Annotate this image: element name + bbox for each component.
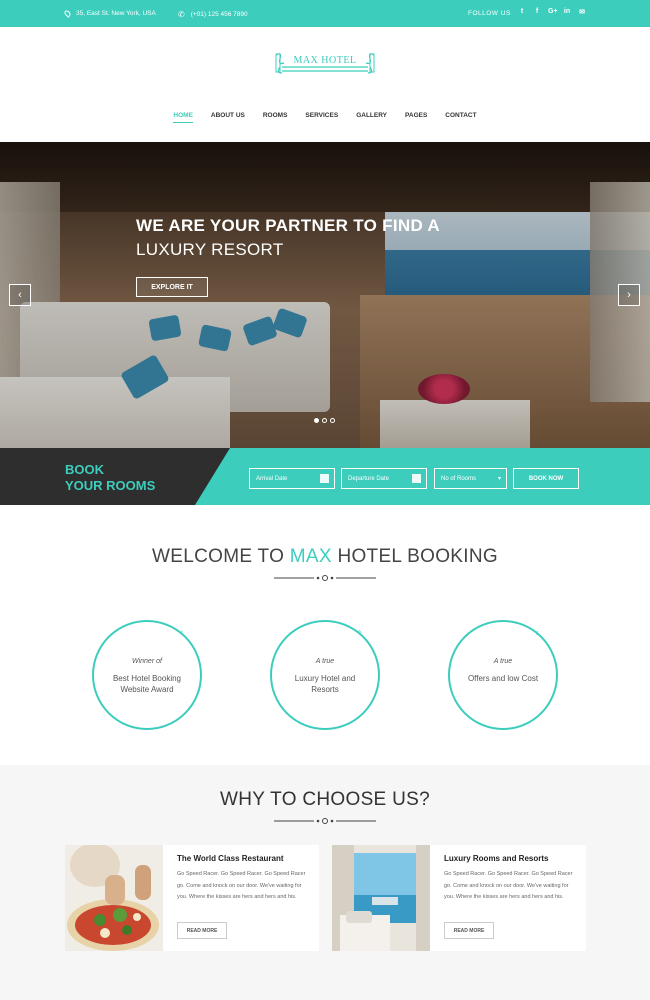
feature-small-text: A true	[315, 658, 335, 665]
feature-award: ♆ Winner of Best Hotel Booking Website A…	[92, 620, 202, 730]
email-icon[interactable]: ✉	[578, 8, 586, 16]
social-links: t f G+ in ✉	[518, 8, 586, 16]
hero-overlay	[0, 142, 650, 448]
hero-slider: WE ARE YOUR PARTNER TO FIND A LUXURY RES…	[0, 142, 650, 448]
logo[interactable]: MAX HOTEL	[272, 49, 378, 77]
departure-date-field[interactable]: Departure Date	[341, 468, 427, 489]
top-bar: 35, East St. New York, USA ✆ (+01) 125 4…	[0, 0, 650, 27]
nav-services[interactable]: SERVICES	[296, 112, 347, 119]
departure-date-placeholder: Departure Date	[348, 475, 390, 482]
tag-icon: ♁	[534, 628, 540, 637]
feature-main-text: Best Hotel Booking Website Award	[112, 674, 182, 694]
star-icon: ✧	[356, 628, 363, 637]
book-now-button[interactable]: BOOK NOW	[513, 468, 579, 489]
main-nav: HOME ABOUT US ROOMS SERVICES GALLERY PAG…	[0, 112, 650, 123]
nav-pages[interactable]: PAGES	[396, 112, 436, 119]
welcome-post: HOTEL BOOKING	[331, 546, 498, 567]
google-plus-icon[interactable]: G+	[548, 8, 558, 16]
hero-heading-line1: WE ARE YOUR PARTNER TO FIND A	[136, 216, 441, 235]
rooms-select-value: No of Rooms	[441, 475, 477, 482]
slider-dots	[314, 418, 335, 423]
chevron-down-icon: ▾	[497, 476, 501, 482]
calendar-icon	[320, 474, 329, 483]
feature-luxury: ✧ A true Luxury Hotel and Resorts	[270, 620, 380, 730]
ornament-divider-icon	[274, 818, 376, 824]
nav-rooms[interactable]: ROOMS	[254, 112, 297, 119]
ornament-divider-icon	[274, 575, 376, 581]
explore-button[interactable]: EXPLORE IT	[136, 277, 208, 297]
arrival-date-placeholder: Arrival Date	[256, 475, 288, 482]
rooms-select[interactable]: No of Rooms ▾	[434, 468, 507, 489]
read-more-button[interactable]: READ MORE	[444, 922, 494, 939]
card-rooms: Luxury Rooms and Resorts Go Speed Racer.…	[332, 845, 586, 951]
logo-text: MAX HOTEL	[293, 54, 357, 66]
feature-main-text: Offers and low Cost	[467, 674, 539, 683]
card-title: The World Class Restaurant	[177, 854, 284, 863]
location-pin-icon	[63, 9, 72, 18]
address-text: 35, East St. New York, USA	[76, 10, 156, 17]
feature-main-text: Luxury Hotel and Resorts	[294, 674, 356, 694]
twitter-icon[interactable]: t	[518, 8, 526, 16]
booking-bar: BOOK YOUR ROOMS Arrival Date Departure D…	[0, 448, 650, 505]
slider-dot[interactable]	[322, 418, 327, 423]
phone[interactable]: ✆ (+01) 125 456 7890	[178, 10, 248, 19]
feature-small-text: A true	[493, 658, 513, 665]
hero-heading-line2: LUXURY RESORT	[136, 240, 284, 259]
feature-small-text: Winner of	[132, 658, 162, 665]
nav-home[interactable]: HOME	[164, 112, 202, 123]
booking-title-line1: BOOK	[65, 462, 104, 477]
calendar-icon	[412, 474, 421, 483]
welcome-pre: WELCOME TO	[152, 546, 290, 567]
arrival-date-field[interactable]: Arrival Date	[249, 468, 335, 489]
nav-gallery[interactable]: GALLERY	[347, 112, 396, 119]
card-body: Go Speed Racer. Go Speed Racer. Go Speed…	[444, 871, 573, 900]
nav-about-us[interactable]: ABOUT US	[202, 112, 254, 119]
phone-text[interactable]: (+01) 125 456 7890	[191, 11, 248, 18]
rooms-image	[332, 845, 430, 951]
address: 35, East St. New York, USA	[63, 9, 156, 18]
slider-dot[interactable]	[330, 418, 335, 423]
linkedin-icon[interactable]: in	[563, 8, 571, 16]
trophy-icon: ♆	[178, 628, 184, 637]
booking-title-panel	[0, 448, 230, 505]
welcome-heading: WELCOME TO MAX HOTEL BOOKING	[0, 546, 650, 568]
booking-title-line2: YOUR ROOMS	[65, 478, 156, 493]
card-restaurant: The World Class Restaurant Go Speed Race…	[65, 845, 319, 951]
card-body: Go Speed Racer. Go Speed Racer. Go Speed…	[177, 871, 306, 900]
follow-us-label: FOLLOW US	[468, 10, 511, 17]
why-heading: WHY TO CHOOSE US?	[220, 789, 430, 810]
slider-dot[interactable]	[314, 418, 319, 423]
slider-next-icon[interactable]: ›	[618, 284, 640, 306]
facebook-icon[interactable]: f	[533, 8, 541, 16]
restaurant-image	[65, 845, 163, 951]
feature-offers: ♁ A true Offers and low Cost	[448, 620, 558, 730]
nav-contact[interactable]: CONTACT	[436, 112, 485, 119]
welcome-highlight: MAX	[289, 546, 332, 567]
card-title: Luxury Rooms and Resorts	[444, 854, 549, 863]
read-more-button[interactable]: READ MORE	[177, 922, 227, 939]
phone-icon: ✆	[178, 10, 185, 19]
slider-prev-icon[interactable]: ‹	[9, 284, 31, 306]
